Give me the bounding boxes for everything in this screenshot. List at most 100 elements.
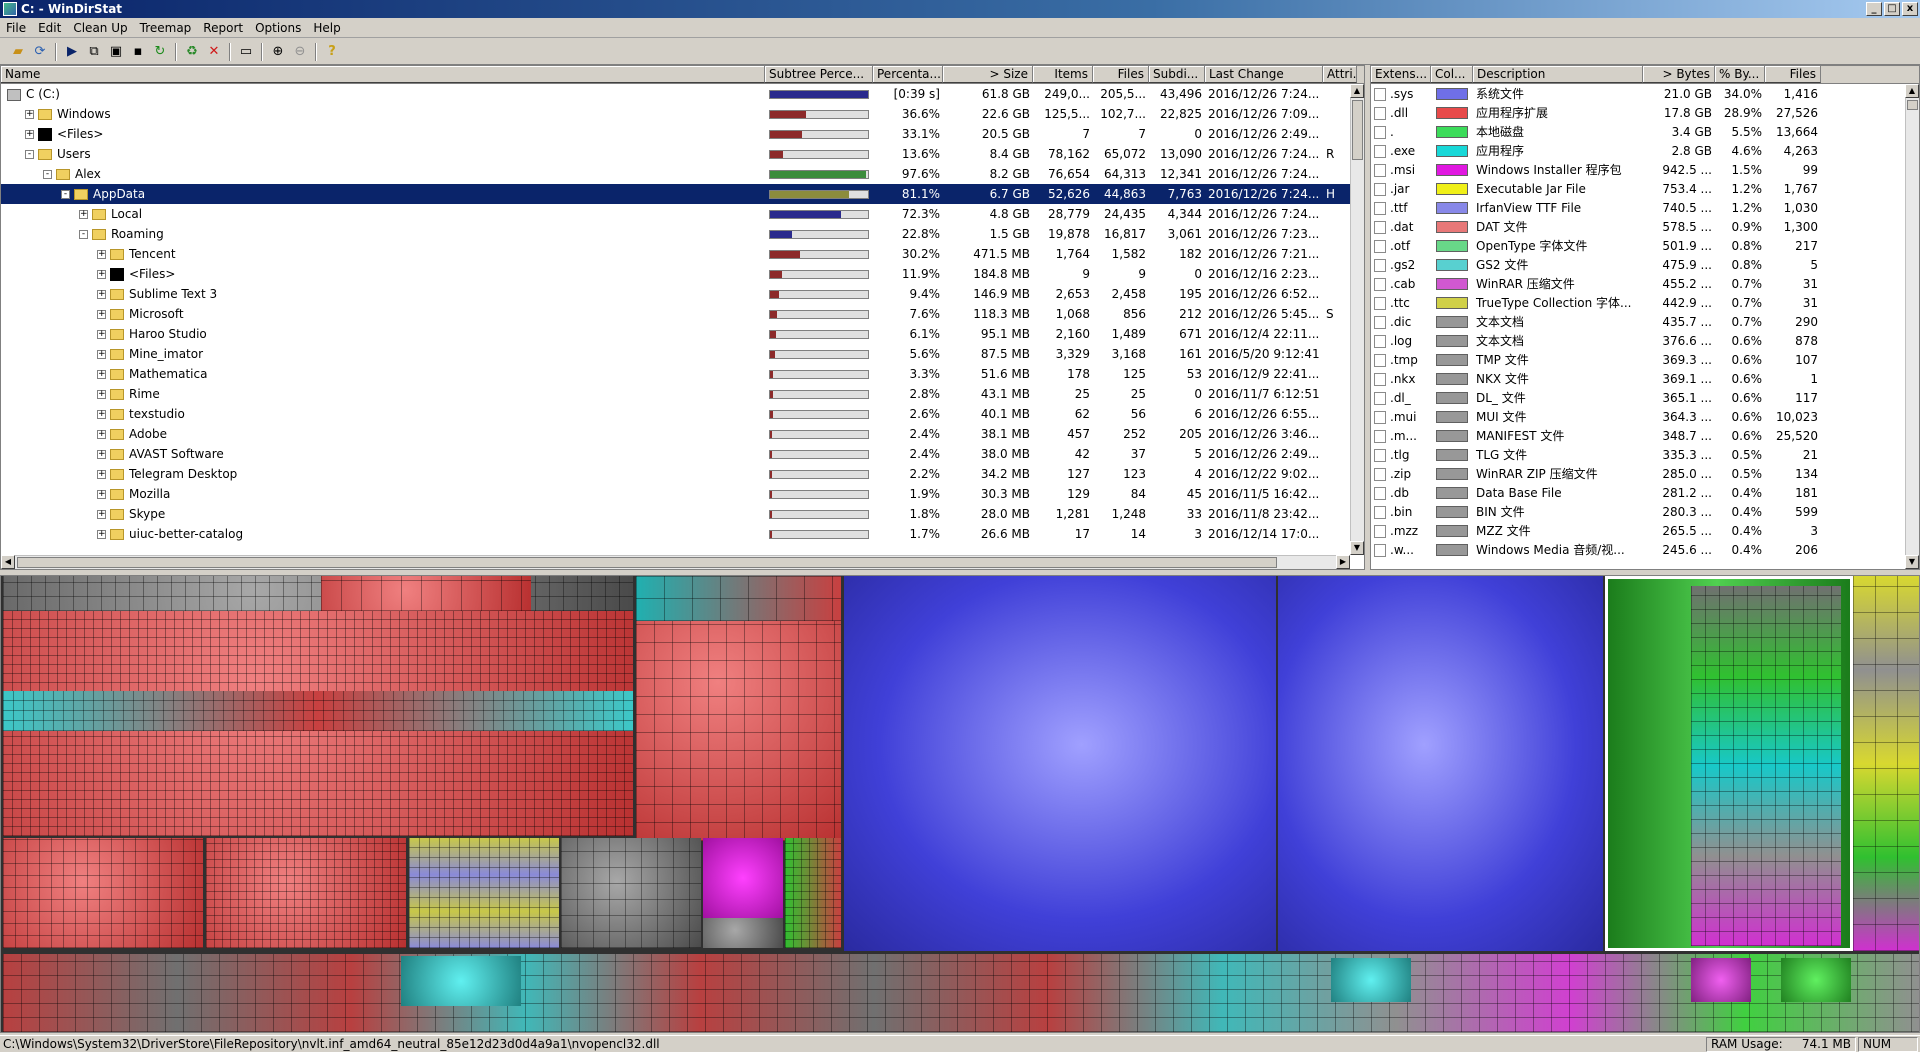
extension-row[interactable]: .w... Windows Media 音频/视... 245.6 ... 0.4% 2… — [1371, 540, 1919, 559]
tree-row[interactable]: - Roaming 22.8% 1.5 GB 19,878 16,817 3,061 2016… — [1, 224, 1364, 244]
scroll-down-icon[interactable]: ▼ — [1350, 541, 1364, 555]
extension-row[interactable]: .gs2 GS2 文件 475.9 ... 0.8% 5 — [1371, 255, 1919, 274]
col-size[interactable]: > Size — [943, 66, 1033, 83]
expand-toggle-icon[interactable]: + — [97, 330, 106, 339]
tree-row[interactable]: + Haroo Studio 6.1% 95.1 MB 2,160 1,489 671 201… — [1, 324, 1364, 344]
extension-row[interactable]: .mui MUI 文件 364.3 ... 0.6% 10,023 — [1371, 407, 1919, 426]
col-bytes[interactable]: > Bytes — [1643, 66, 1715, 83]
tree-row[interactable]: + AVAST Software 2.4% 38.0 MB 42 37 5 2016/12/2… — [1, 444, 1364, 464]
delete-icon[interactable]: ✕ — [204, 42, 224, 62]
expand-toggle-icon[interactable]: - — [43, 170, 52, 179]
expand-toggle-icon[interactable]: + — [97, 410, 106, 419]
menu-help[interactable]: Help — [307, 21, 346, 35]
col-subtree-percent[interactable]: Subtree Perce... — [765, 66, 873, 83]
extension-row[interactable]: .bin BIN 文件 280.3 ... 0.4% 599 — [1371, 502, 1919, 521]
expand-toggle-icon[interactable]: + — [97, 270, 106, 279]
treemap-cell[interactable] — [1781, 958, 1851, 1002]
tree-row[interactable]: + Mathematica 3.3% 51.6 MB 178 125 53 2016/12/9… — [1, 364, 1364, 384]
scroll-up-icon[interactable]: ▲ — [1905, 84, 1919, 98]
expand-toggle-icon[interactable]: + — [97, 470, 106, 479]
treemap-cell[interactable] — [636, 576, 841, 621]
extension-row[interactable]: .msi Windows Installer 程序包 942.5 ... 1.5% 99 — [1371, 160, 1919, 179]
tree-row[interactable]: + <Files> 11.9% 184.8 MB 9 9 0 2016/12/16 2:23.… — [1, 264, 1364, 284]
extension-row[interactable]: .tlg TLG 文件 335.3 ... 0.5% 21 — [1371, 445, 1919, 464]
treemap-cell[interactable] — [1331, 958, 1411, 1002]
treemap-cell[interactable] — [321, 576, 531, 611]
tree-row[interactable]: + Microsoft 7.6% 118.3 MB 1,068 856 212 2016/12… — [1, 304, 1364, 324]
tree-row[interactable]: + texstudio 2.6% 40.1 MB 62 56 6 2016/12/26 6:5… — [1, 404, 1364, 424]
expand-toggle-icon[interactable]: + — [97, 390, 106, 399]
extension-row[interactable]: .m... MANIFEST 文件 348.7 ... 0.6% 25,520 — [1371, 426, 1919, 445]
col-last-change[interactable]: Last Change — [1205, 66, 1323, 83]
menu-report[interactable]: Report — [197, 21, 249, 35]
expand-toggle-icon[interactable]: + — [97, 370, 106, 379]
extension-row[interactable]: .otf OpenType 字体文件 501.9 ... 0.8% 217 — [1371, 236, 1919, 255]
col-percentage[interactable]: Percenta... — [873, 66, 943, 83]
recycle-icon[interactable]: ♻ — [182, 42, 202, 62]
extension-row[interactable]: .mzz MZZ 文件 265.5 ... 0.4% 3 — [1371, 521, 1919, 540]
tree-row[interactable]: + uiuc-better-catalog 1.7% 26.6 MB 17 14 3 2016… — [1, 524, 1364, 544]
copy-icon[interactable]: ⧉ — [84, 42, 104, 62]
properties-icon[interactable]: ▭ — [236, 42, 256, 62]
treemap-cell[interactable] — [1691, 586, 1841, 946]
col-ext-files[interactable]: Files — [1765, 66, 1821, 83]
treemap-cell[interactable] — [703, 918, 783, 948]
col-items[interactable]: Items — [1033, 66, 1093, 83]
expand-toggle-icon[interactable]: + — [97, 310, 106, 319]
refresh-icon[interactable]: ↻ — [150, 42, 170, 62]
treemap-sys-file-1[interactable] — [844, 576, 1276, 951]
tree-vertical-scrollbar[interactable]: ▲ ▼ — [1350, 84, 1364, 555]
treemap-cell[interactable] — [1853, 576, 1919, 951]
treemap-cell[interactable] — [785, 838, 841, 948]
expand-toggle-icon[interactable]: + — [97, 250, 106, 259]
extension-row[interactable]: .tmp TMP 文件 369.3 ... 0.6% 107 — [1371, 350, 1919, 369]
extension-row[interactable]: .zip WinRAR ZIP 压缩文件 285.0 ... 0.5% 134 — [1371, 464, 1919, 483]
treemap-msi-cell[interactable] — [703, 838, 783, 918]
expand-toggle-icon[interactable]: + — [97, 290, 106, 299]
tree-row[interactable]: - Alex 97.6% 8.2 GB 76,654 64,313 12,341 2016/1… — [1, 164, 1364, 184]
extension-row[interactable]: .cab WinRAR 压缩文件 455.2 ... 0.7% 31 — [1371, 274, 1919, 293]
maximize-button[interactable]: □ — [1884, 2, 1900, 16]
menu-treemap[interactable]: Treemap — [134, 21, 198, 35]
col-attributes[interactable]: Attri... — [1323, 66, 1357, 83]
ext-vertical-scrollbar[interactable]: ▲ ▼ — [1905, 84, 1919, 569]
tree-row[interactable]: + Local 72.3% 4.8 GB 28,779 24,435 4,344 2016/1… — [1, 204, 1364, 224]
col-extension[interactable]: Extens... — [1371, 66, 1431, 83]
extension-row[interactable]: .dic 文本文档 435.7 ... 0.7% 290 — [1371, 312, 1919, 331]
zoom-out-icon[interactable]: ⊖ — [290, 42, 310, 62]
menu-options[interactable]: Options — [249, 21, 307, 35]
treemap-cell[interactable] — [3, 576, 633, 611]
scroll-left-icon[interactable]: ◀ — [1, 555, 15, 569]
tree-row[interactable]: - AppData 81.1% 6.7 GB 52,626 44,863 7,763 2016… — [1, 184, 1364, 204]
expand-toggle-icon[interactable]: + — [97, 510, 106, 519]
treemap-cell[interactable] — [206, 838, 406, 948]
expand-toggle-icon[interactable]: + — [97, 430, 106, 439]
extension-row[interactable]: .log 文本文档 376.6 ... 0.6% 878 — [1371, 331, 1919, 350]
extension-row[interactable]: .nkx NKX 文件 369.1 ... 0.6% 1 — [1371, 369, 1919, 388]
extension-row[interactable]: .ttc TrueType Collection 字体... 442.9 ... 0.… — [1371, 293, 1919, 312]
col-name[interactable]: Name — [1, 66, 765, 83]
zoom-in-icon[interactable]: ⊕ — [268, 42, 288, 62]
help-icon[interactable]: ? — [322, 42, 342, 62]
treemap-exe-region[interactable] — [3, 691, 633, 731]
extension-row[interactable]: .db Data Base File 281.2 ... 0.4% 181 — [1371, 483, 1919, 502]
expand-toggle-icon[interactable]: - — [79, 230, 88, 239]
col-percent-bytes[interactable]: % By... — [1715, 66, 1765, 83]
treemap-bottom-strip[interactable] — [3, 954, 1919, 1032]
expand-toggle-icon[interactable]: + — [25, 110, 34, 119]
expand-toggle-icon[interactable]: - — [25, 150, 34, 159]
treemap-cell[interactable] — [3, 838, 203, 948]
menu-edit[interactable]: Edit — [32, 21, 67, 35]
treemap-cell[interactable] — [561, 838, 701, 948]
minimize-button[interactable]: _ — [1866, 2, 1882, 16]
treemap-cell[interactable] — [409, 838, 559, 948]
extension-row[interactable]: .exe 应用程序 2.8 GB 4.6% 4,263 — [1371, 141, 1919, 160]
extension-list[interactable]: Extens... Col... Description > Bytes % B… — [1370, 65, 1920, 570]
expand-toggle-icon[interactable]: + — [79, 210, 88, 219]
directory-tree[interactable]: Name Subtree Perce... Percenta... > Size… — [0, 65, 1365, 570]
expand-toggle-icon[interactable]: + — [97, 490, 106, 499]
extension-row[interactable]: .dl_ DL_ 文件 365.1 ... 0.6% 117 — [1371, 388, 1919, 407]
extension-row[interactable]: .jar Executable Jar File 753.4 ... 1.2% 1,76… — [1371, 179, 1919, 198]
treemap-cell[interactable] — [401, 956, 521, 1006]
scroll-down-icon[interactable]: ▼ — [1905, 555, 1919, 569]
